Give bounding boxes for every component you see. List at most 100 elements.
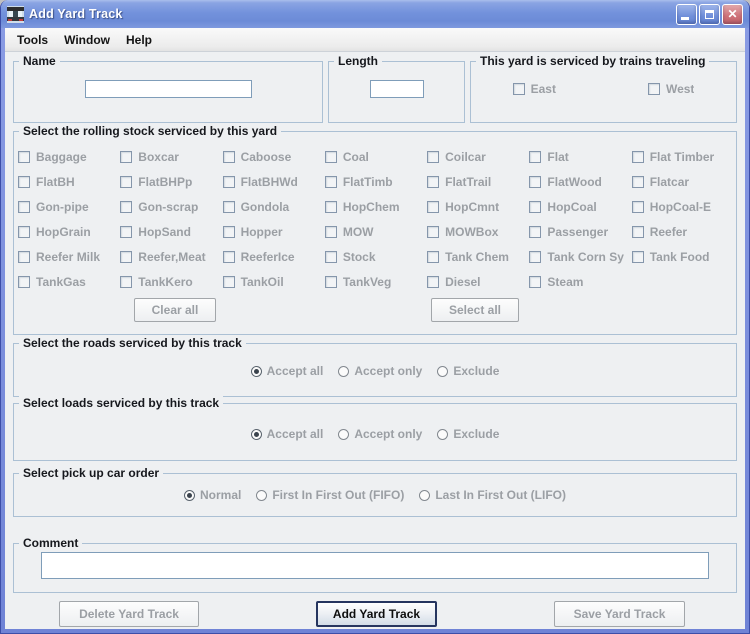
name-input[interactable] [85, 80, 252, 98]
checkbox-box-flat[interactable] [529, 151, 541, 163]
checkbox-diesel[interactable]: Diesel [427, 275, 529, 289]
checkbox-hopcmnt[interactable]: HopCmnt [427, 200, 529, 214]
checkbox-flatbh[interactable]: FlatBH [18, 175, 120, 189]
checkbox-box-reefer[interactable] [632, 226, 644, 238]
checkbox-box-coal[interactable] [325, 151, 337, 163]
checkbox-box-reeferice[interactable] [223, 251, 235, 263]
checkbox-hopsand[interactable]: HopSand [120, 225, 222, 239]
checkbox-box-diesel[interactable] [427, 276, 439, 288]
checkbox-flatwood[interactable]: FlatWood [529, 175, 631, 189]
radio-circle-accept-only[interactable] [338, 429, 349, 440]
menu-item-tools[interactable]: Tools [9, 30, 56, 50]
checkbox-box-steam[interactable] [529, 276, 541, 288]
checkbox-box-gon-scrap[interactable] [120, 201, 132, 213]
checkbox-box-west[interactable] [648, 83, 660, 95]
save-yard-track-button[interactable]: Save Yard Track [554, 601, 685, 627]
checkbox-flatbhpp[interactable]: FlatBHPp [120, 175, 222, 189]
checkbox-tank-corn-sy[interactable]: Tank Corn Sy [529, 250, 631, 264]
checkbox-tank-food[interactable]: Tank Food [632, 250, 734, 264]
checkbox-tankoil[interactable]: TankOil [223, 275, 325, 289]
radio-circle-accept-all[interactable] [251, 429, 262, 440]
checkbox-reeferice[interactable]: ReeferIce [223, 250, 325, 264]
radio-circle-accept-only[interactable] [338, 366, 349, 377]
checkbox-stock[interactable]: Stock [325, 250, 427, 264]
close-button[interactable]: ✕ [722, 4, 743, 25]
checkbox-hopchem[interactable]: HopChem [325, 200, 427, 214]
checkbox-box-flatbhpp[interactable] [120, 176, 132, 188]
checkbox-box-reefer-meat[interactable] [120, 251, 132, 263]
radio-accept-all[interactable]: Accept all [251, 364, 324, 378]
add-yard-track-button[interactable]: Add Yard Track [316, 601, 437, 627]
radio-circle-last-in-first-out-lifo[interactable] [419, 490, 430, 501]
checkbox-box-tankoil[interactable] [223, 276, 235, 288]
checkbox-reefer-milk[interactable]: Reefer Milk [18, 250, 120, 264]
checkbox-reefer[interactable]: Reefer [632, 225, 734, 239]
checkbox-box-tankveg[interactable] [325, 276, 337, 288]
radio-last-in-first-out-lifo[interactable]: Last In First Out (LIFO) [419, 488, 566, 502]
checkbox-passenger[interactable]: Passenger [529, 225, 631, 239]
radio-accept-only[interactable]: Accept only [338, 364, 422, 378]
checkbox-hopcoal[interactable]: HopCoal [529, 200, 631, 214]
length-input[interactable] [370, 80, 424, 98]
checkbox-tank-chem[interactable]: Tank Chem [427, 250, 529, 264]
checkbox-box-flat-timber[interactable] [632, 151, 644, 163]
checkbox-box-mowbox[interactable] [427, 226, 439, 238]
checkbox-mowbox[interactable]: MOWBox [427, 225, 529, 239]
checkbox-gon-scrap[interactable]: Gon-scrap [120, 200, 222, 214]
radio-normal[interactable]: Normal [184, 488, 241, 502]
checkbox-box-flatbhwd[interactable] [223, 176, 235, 188]
checkbox-hopper[interactable]: Hopper [223, 225, 325, 239]
radio-accept-all[interactable]: Accept all [251, 427, 324, 441]
radio-circle-accept-all[interactable] [251, 366, 262, 377]
checkbox-tankveg[interactable]: TankVeg [325, 275, 427, 289]
checkbox-hopcoal-e[interactable]: HopCoal-E [632, 200, 734, 214]
checkbox-gondola[interactable]: Gondola [223, 200, 325, 214]
checkbox-east[interactable]: East [513, 82, 556, 96]
checkbox-gon-pipe[interactable]: Gon-pipe [18, 200, 120, 214]
checkbox-box-boxcar[interactable] [120, 151, 132, 163]
checkbox-box-mow[interactable] [325, 226, 337, 238]
checkbox-box-tank-corn-sy[interactable] [529, 251, 541, 263]
radio-first-in-first-out-fifo[interactable]: First In First Out (FIFO) [256, 488, 404, 502]
radio-circle-normal[interactable] [184, 490, 195, 501]
checkbox-box-reefer-milk[interactable] [18, 251, 30, 263]
checkbox-box-east[interactable] [513, 83, 525, 95]
radio-accept-only[interactable]: Accept only [338, 427, 422, 441]
checkbox-box-hopcmnt[interactable] [427, 201, 439, 213]
checkbox-box-coilcar[interactable] [427, 151, 439, 163]
checkbox-flat-timber[interactable]: Flat Timber [632, 150, 734, 164]
radio-exclude[interactable]: Exclude [437, 364, 499, 378]
checkbox-box-flatcar[interactable] [632, 176, 644, 188]
comment-input[interactable] [41, 552, 709, 579]
checkbox-coal[interactable]: Coal [325, 150, 427, 164]
checkbox-box-tank-food[interactable] [632, 251, 644, 263]
checkbox-box-tankgas[interactable] [18, 276, 30, 288]
checkbox-box-hopchem[interactable] [325, 201, 337, 213]
checkbox-tankkero[interactable]: TankKero [120, 275, 222, 289]
checkbox-flattrail[interactable]: FlatTrail [427, 175, 529, 189]
select-all-button[interactable]: Select all [431, 298, 519, 322]
checkbox-box-flatbh[interactable] [18, 176, 30, 188]
checkbox-steam[interactable]: Steam [529, 275, 631, 289]
checkbox-west[interactable]: West [648, 82, 694, 96]
checkbox-reefer-meat[interactable]: Reefer,Meat [120, 250, 222, 264]
checkbox-baggage[interactable]: Baggage [18, 150, 120, 164]
menu-item-window[interactable]: Window [56, 30, 118, 50]
checkbox-flattimb[interactable]: FlatTimb [325, 175, 427, 189]
checkbox-box-hopper[interactable] [223, 226, 235, 238]
checkbox-boxcar[interactable]: Boxcar [120, 150, 222, 164]
checkbox-box-gon-pipe[interactable] [18, 201, 30, 213]
minimize-button[interactable] [676, 4, 697, 25]
checkbox-box-tankkero[interactable] [120, 276, 132, 288]
checkbox-box-gondola[interactable] [223, 201, 235, 213]
checkbox-box-passenger[interactable] [529, 226, 541, 238]
checkbox-box-tank-chem[interactable] [427, 251, 439, 263]
checkbox-caboose[interactable]: Caboose [223, 150, 325, 164]
checkbox-box-baggage[interactable] [18, 151, 30, 163]
checkbox-box-hopcoal[interactable] [529, 201, 541, 213]
checkbox-box-flatwood[interactable] [529, 176, 541, 188]
checkbox-box-flattimb[interactable] [325, 176, 337, 188]
checkbox-coilcar[interactable]: Coilcar [427, 150, 529, 164]
checkbox-flatbhwd[interactable]: FlatBHWd [223, 175, 325, 189]
checkbox-box-hopgrain[interactable] [18, 226, 30, 238]
